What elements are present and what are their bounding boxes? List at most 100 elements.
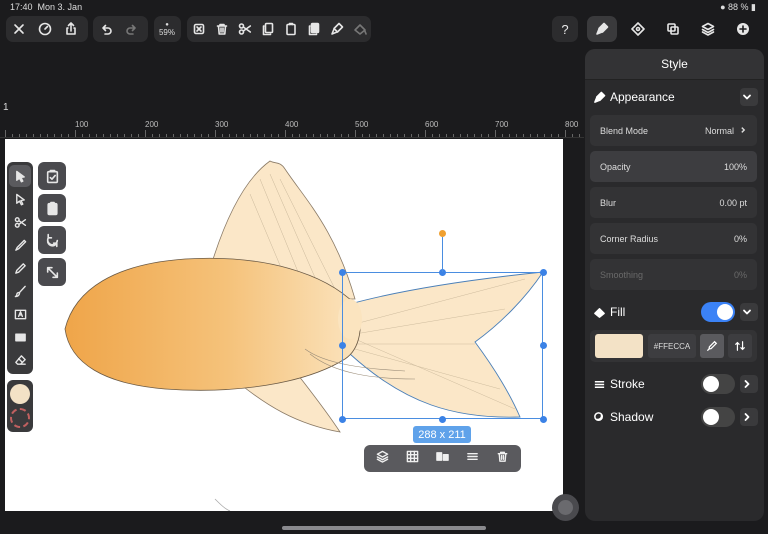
copy-style-button[interactable]	[325, 16, 348, 42]
tool-text[interactable]	[9, 303, 31, 325]
paste-style-button[interactable]	[348, 16, 371, 42]
zoom-button[interactable]: ● 59%	[154, 16, 180, 42]
fill-color-swatch[interactable]	[595, 334, 643, 358]
tool-direct-selection[interactable]	[9, 188, 31, 210]
duplicate-button[interactable]	[302, 16, 325, 42]
tool-shape[interactable]	[9, 326, 31, 348]
ruler-tick-mark	[47, 134, 48, 137]
appearance-section-header[interactable]: Appearance	[593, 86, 758, 108]
paint-bucket-icon	[594, 307, 605, 318]
ruler-tick-mark	[12, 134, 13, 137]
ruler-tick-mark	[516, 134, 517, 137]
resize-handle-l[interactable]	[339, 342, 346, 349]
quick-action-button[interactable]	[552, 494, 579, 521]
redo-button[interactable]	[119, 16, 145, 42]
tool-scissors[interactable]	[9, 211, 31, 233]
duplicate-icon	[308, 22, 319, 36]
tool-brush[interactable]	[9, 280, 31, 302]
ctx-arrange-button[interactable]	[376, 450, 389, 468]
tool-pen[interactable]	[9, 234, 31, 256]
ctx-distribute-button[interactable]	[466, 450, 479, 468]
home-indicator[interactable]	[282, 526, 486, 530]
appearance-collapse-button[interactable]	[740, 88, 758, 106]
resize-handle-bl[interactable]	[339, 416, 346, 423]
ruler-tick-label: 100	[75, 120, 89, 129]
shadow-toggle[interactable]	[701, 407, 735, 427]
stroke-toggle[interactable]	[701, 374, 735, 394]
cut-button[interactable]	[233, 16, 256, 42]
panel-title: Style	[585, 49, 764, 80]
tab-add[interactable]	[728, 16, 758, 42]
rotation-handle[interactable]	[439, 230, 446, 237]
swap-colors-button[interactable]	[728, 334, 752, 358]
ctx-delete-button[interactable]	[496, 450, 509, 468]
rotate-button[interactable]	[38, 226, 66, 254]
status-time-date: 17:40 Mon 3. Jan	[10, 2, 83, 12]
resize-handle-tr[interactable]	[540, 269, 547, 276]
copy-button[interactable]	[256, 16, 279, 42]
scale-button[interactable]	[38, 258, 66, 286]
resize-handle-br[interactable]	[540, 416, 547, 423]
blend-mode-row[interactable]: Blend Mode Normal	[590, 115, 757, 146]
resize-handle-r[interactable]	[540, 342, 547, 349]
ruler-tick-mark	[432, 134, 433, 137]
ruler-tick-mark	[75, 130, 76, 137]
tab-arrange[interactable]	[623, 16, 653, 42]
shadow-options-button[interactable]	[740, 408, 758, 426]
resize-handle-tl[interactable]	[339, 269, 346, 276]
smoothing-value: 0%	[733, 269, 747, 280]
share-button[interactable]	[58, 16, 84, 42]
ruler-tick-mark	[320, 134, 321, 137]
quick-action-dot-icon	[558, 500, 573, 515]
fill-color-well[interactable]	[10, 384, 30, 404]
paste-in-place-button[interactable]	[38, 162, 66, 190]
lines-icon	[466, 452, 478, 460]
fill-hex-field[interactable]: #FFECCA	[648, 334, 696, 358]
horizontal-ruler[interactable]: 100 200 300 400 500 600 700 800	[0, 118, 584, 138]
ruler-tick-mark	[82, 134, 83, 137]
close-button[interactable]	[6, 16, 32, 42]
paste-button-side[interactable]	[38, 194, 66, 222]
stroke-options-button[interactable]	[740, 375, 758, 393]
help-button[interactable]: ?	[552, 16, 578, 42]
ruler-tick-mark	[243, 134, 244, 137]
ruler-tick-label: 600	[425, 120, 439, 129]
add-icon	[737, 23, 749, 35]
boolean-icon	[667, 23, 679, 35]
document-settings-button[interactable]	[32, 16, 58, 42]
deselect-button[interactable]	[187, 16, 210, 42]
selection-bounding-box[interactable]	[342, 272, 543, 419]
resize-handle-b[interactable]	[439, 416, 446, 423]
ruler-tick-mark	[474, 134, 475, 137]
chevron-right-icon	[741, 126, 746, 133]
style-brush-icon	[596, 22, 609, 35]
tab-style[interactable]	[587, 16, 617, 42]
tool-pencil[interactable]	[9, 257, 31, 279]
ruler-tick-mark	[376, 134, 377, 137]
ctx-align-button[interactable]	[436, 450, 449, 468]
undo-button[interactable]	[93, 16, 119, 42]
tab-boolean[interactable]	[658, 16, 688, 42]
ruler-tick-mark	[40, 134, 41, 137]
stroke-color-well[interactable]	[10, 408, 30, 428]
opacity-row[interactable]: Opacity 100%	[590, 151, 757, 182]
fill-options-button[interactable]	[740, 303, 758, 321]
ctx-mask-button[interactable]	[406, 450, 419, 468]
smoothing-row[interactable]: Smoothing 0%	[590, 259, 757, 290]
ruler-tick-mark	[334, 134, 335, 137]
file-group	[6, 16, 88, 42]
ruler-tick-mark	[509, 134, 510, 137]
corner-radius-row[interactable]: Corner Radius 0%	[590, 223, 757, 254]
blur-row[interactable]: Blur 0.00 pt	[590, 187, 757, 218]
tool-eraser[interactable]	[9, 349, 31, 371]
ruler-tick-mark	[229, 134, 230, 137]
context-toolbar	[364, 445, 521, 472]
paste-button[interactable]	[279, 16, 302, 42]
fish-body	[64, 257, 361, 391]
eyedropper-button[interactable]	[700, 334, 724, 358]
delete-button[interactable]	[210, 16, 233, 42]
tab-layers[interactable]	[693, 16, 723, 42]
tool-selection[interactable]	[9, 165, 31, 187]
ruler-tick-mark	[355, 130, 356, 137]
fill-toggle[interactable]	[701, 302, 735, 322]
